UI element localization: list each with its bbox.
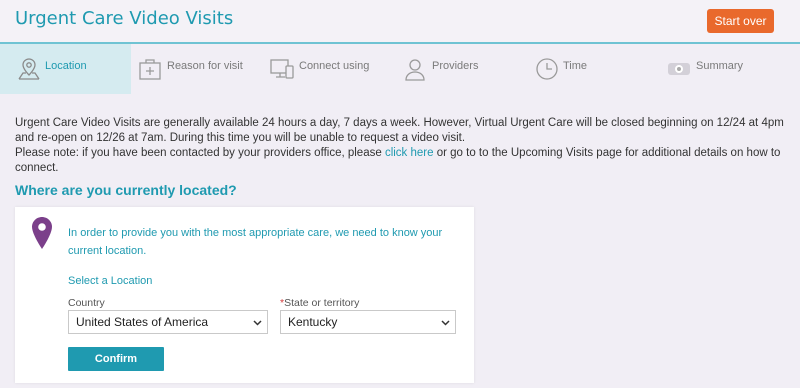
state-label-group: *State or territory	[280, 297, 359, 309]
availability-text: Urgent Care Video Visits are generally a…	[15, 117, 784, 144]
chevron-down-icon	[253, 320, 262, 326]
progress-steps: Location Reason for visit Connect using …	[0, 42, 800, 94]
country-label: Country	[68, 297, 105, 309]
eye-icon	[668, 63, 690, 75]
step-connect-label: Connect using	[299, 60, 370, 72]
step-reason[interactable]: Reason for visit	[131, 44, 263, 94]
state-label: State or territory	[284, 297, 360, 309]
step-providers-label: Providers	[432, 60, 479, 72]
step-summary-label: Summary	[696, 60, 744, 72]
step-reason-label: Reason for visit	[167, 60, 243, 72]
contact-note: Please note: if you have been contacted …	[15, 146, 790, 176]
note-prefix: Please note: if you have been contacted …	[15, 147, 385, 159]
start-over-button[interactable]: Start over	[707, 9, 774, 33]
page-title: Urgent Care Video Visits	[15, 8, 234, 29]
click-here-link[interactable]: click here	[385, 147, 434, 159]
chevron-down-icon	[441, 320, 450, 326]
select-location-label: Select a Location	[68, 275, 153, 287]
state-select[interactable]: Kentucky	[280, 310, 456, 334]
map-pin-icon	[18, 58, 40, 80]
step-location[interactable]: Location	[0, 44, 131, 94]
header-bar: Urgent Care Video Visits Start over	[0, 0, 800, 42]
availability-notice: Urgent Care Video Visits are generally a…	[15, 116, 790, 176]
location-question: Where are you currently located?	[15, 182, 237, 198]
medical-kit-icon	[139, 59, 161, 80]
step-time[interactable]: Time	[528, 44, 660, 94]
state-value: Kentucky	[288, 315, 338, 329]
location-pin-icon	[32, 217, 52, 249]
devices-icon	[270, 59, 294, 79]
location-card: In order to provide you with the most ap…	[15, 207, 474, 383]
step-connect[interactable]: Connect using	[263, 44, 396, 94]
confirm-button[interactable]: Confirm	[68, 347, 164, 371]
country-select[interactable]: United States of America	[68, 310, 268, 334]
clock-icon	[536, 58, 558, 80]
person-icon	[405, 59, 425, 81]
location-message: In order to provide you with the most ap…	[68, 227, 443, 257]
step-providers[interactable]: Providers	[396, 44, 528, 94]
step-summary[interactable]: Summary	[660, 44, 800, 94]
step-time-label: Time	[563, 60, 588, 72]
step-location-label: Location	[45, 60, 87, 72]
country-value: United States of America	[76, 315, 209, 329]
